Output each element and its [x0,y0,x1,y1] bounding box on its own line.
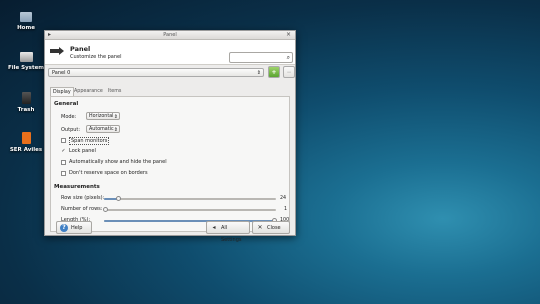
panel-selector-row: Panel 0 ⇕ + − [48,66,295,80]
rows-label: Number of rows: [61,206,103,212]
output-label: Output: [61,127,81,133]
help-button[interactable]: ? Help [56,221,92,234]
close-icon: ✕ [257,224,263,231]
measurements-heading: Measurements [54,184,100,190]
desktop-icon-label: File System [7,65,45,71]
folder-icon [20,12,32,22]
mode-select-value: Horizontal [89,114,114,119]
row-size-slider-handle[interactable] [116,196,121,201]
titlebar[interactable]: ▸ Panel × [45,31,295,40]
rows-slider-handle[interactable] [103,207,108,212]
desktop-icon-label: SER Aviles [9,147,43,153]
tab-items[interactable]: Items [106,87,123,96]
length-slider-fill [104,220,276,222]
chevron-down-icon: ⇕ [113,127,118,133]
help-button-label: Help [71,225,83,231]
output-select[interactable]: Automatic ⇕ [86,125,120,133]
panel-icon [50,47,64,55]
arrow-left-icon: ◂ [212,224,216,231]
dialog-subtitle: Customize the panel [70,54,122,60]
search-icon: ⌕ [286,54,290,61]
row-size-slider[interactable] [104,198,276,200]
close-button-label: Close [267,225,281,231]
dialog-title: Panel [70,45,91,53]
desktop-icon-label: Trash [17,107,35,113]
close-window-icon[interactable]: × [286,31,291,39]
remove-panel-button[interactable]: − [283,66,295,78]
window-title: Panel [163,32,177,38]
mode-select[interactable]: Horizontal ⇕ [86,112,120,120]
display-tab-content: General Mode: Horizontal ⇕ Output: Autom… [50,96,290,232]
panel-select-value: Panel 0 [52,70,71,76]
row-size-label: Row size (pixels): [61,195,105,201]
tab-appearance[interactable]: Appearance [72,87,105,96]
lock-panel-label: Lock panel [69,148,96,154]
lock-panel-checkbox[interactable]: ✓ [61,149,66,154]
search-input[interactable]: ⌕ [229,52,293,63]
span-monitors-checkbox[interactable] [61,138,66,143]
desktop-icon-label: Home [17,25,35,31]
chevron-down-icon: ⇕ [113,114,118,120]
document-icon [21,132,31,144]
desktop-icon-home[interactable]: Home [0,12,54,31]
dialog-header: Panel Customize the panel ⌕ [45,40,295,65]
rows-value: 1 [284,207,288,212]
output-select-value: Automatic [89,127,114,132]
help-icon: ? [60,224,68,232]
panel-select[interactable]: Panel 0 ⇕ [48,68,264,77]
all-settings-button-label: All Settings [221,225,242,243]
close-button[interactable]: ✕ Close [252,221,290,234]
add-panel-button[interactable]: + [268,66,280,78]
panel-settings-window: ▸ Panel × Panel Customize the panel ⌕ Pa… [44,30,296,243]
no-reserve-space-label: Don't reserve space on borders [69,170,148,176]
all-settings-button[interactable]: ◂ All Settings [206,221,250,243]
autohide-checkbox[interactable] [61,160,66,165]
mode-label: Mode: [61,114,77,120]
spin-arrows-icon: ⇕ [256,70,261,76]
autohide-label: Automatically show and hide the panel [69,159,167,165]
row-size-value: 24 [280,196,287,201]
rows-slider[interactable] [104,209,276,211]
general-heading: General [54,101,79,107]
drive-icon [19,52,33,62]
span-monitors-label: Span monitors [69,137,110,145]
no-reserve-space-checkbox[interactable] [61,171,66,176]
trash-icon [21,92,31,104]
